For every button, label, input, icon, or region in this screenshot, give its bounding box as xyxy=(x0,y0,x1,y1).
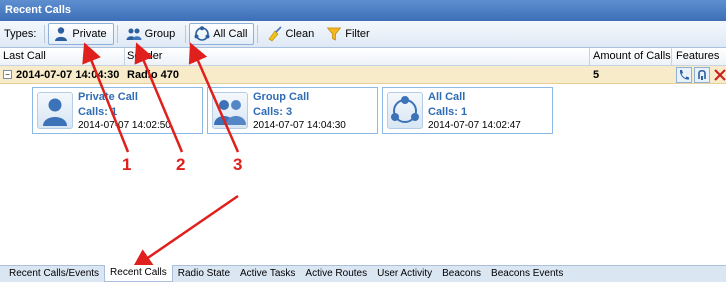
all-call-button[interactable]: All Call xyxy=(189,23,255,45)
card-title: Private Call xyxy=(78,91,138,103)
card-calls: Calls: 1 xyxy=(428,106,468,118)
card-time: 2014-07-07 14:02:50 xyxy=(78,120,171,131)
column-amount-of-calls[interactable]: Amount of Calls xyxy=(593,50,671,62)
card-calls: Calls: 1 xyxy=(78,106,118,118)
column-divider xyxy=(589,48,590,66)
private-button[interactable]: Private xyxy=(48,23,114,45)
card-title: Group Call xyxy=(253,91,310,103)
tab-beacons[interactable]: Beacons xyxy=(437,266,486,282)
group-button[interactable]: Group xyxy=(121,23,183,45)
annotation-label-3: 3 xyxy=(233,155,243,174)
toolbar-separator xyxy=(44,25,46,43)
delete-icon[interactable] xyxy=(712,67,726,83)
tab-recent-calls[interactable]: Recent Calls xyxy=(104,265,173,282)
group-button-label: Group xyxy=(144,28,176,40)
all-call-icon xyxy=(387,92,423,129)
person-icon xyxy=(37,92,73,129)
annotation-arrow-tab xyxy=(131,194,239,269)
tab-user-activity[interactable]: User Activity xyxy=(372,266,437,282)
all-call-icon xyxy=(194,26,210,41)
person-icon xyxy=(55,27,68,41)
collapse-toggle[interactable]: − xyxy=(3,70,12,79)
last-call-value: 2014-07-07 14:04:30 xyxy=(16,69,120,81)
card-title: All Call xyxy=(428,91,466,103)
group-icon xyxy=(126,28,142,40)
window-title: Recent Calls xyxy=(0,0,726,21)
annotation-label-1: 1 xyxy=(122,155,132,174)
broom-icon xyxy=(269,26,283,42)
phone-icon[interactable] xyxy=(676,67,692,83)
types-label: Types: xyxy=(4,28,37,40)
private-button-label: Private xyxy=(72,28,107,40)
tab-active-routes[interactable]: Active Routes xyxy=(300,266,372,282)
call-type-toolbar: Types: Private Group All Call Clean Filt… xyxy=(0,21,726,48)
annotation-label-2: 2 xyxy=(176,155,186,174)
tab-recent-calls-events[interactable]: Recent Calls/Events xyxy=(4,266,104,282)
column-last-call[interactable]: Last Call xyxy=(3,50,46,62)
card-time: 2014-07-07 14:02:47 xyxy=(428,120,521,131)
group-icon xyxy=(212,92,248,129)
bottom-tab-bar: Recent Calls/Events Recent Calls Radio S… xyxy=(0,265,726,282)
clean-button[interactable]: Clean xyxy=(261,23,321,45)
tab-active-tasks[interactable]: Active Tasks xyxy=(235,266,300,282)
tab-beacons-events[interactable]: Beacons Events xyxy=(486,266,568,282)
group-call-card[interactable]: Group Call Calls: 3 2014-07-07 14:04:30 xyxy=(207,87,378,134)
column-divider xyxy=(124,48,125,66)
all-call-button-label: All Call xyxy=(213,28,248,40)
toolbar-separator xyxy=(185,25,187,43)
toolbar-separator xyxy=(257,25,259,43)
card-time: 2014-07-07 14:04:30 xyxy=(253,120,346,131)
amount-value: 5 xyxy=(593,69,600,81)
toolbar-separator xyxy=(116,25,118,43)
sender-value: Radio 470 xyxy=(127,69,179,81)
table-row[interactable]: − 2014-07-07 14:04:30 Radio 470 5 xyxy=(0,66,726,84)
column-sender[interactable]: Sender xyxy=(127,50,162,62)
grid-header: Last Call Sender Amount of Calls Feature… xyxy=(0,48,726,66)
filter-button[interactable]: Filter xyxy=(321,23,376,45)
private-call-card[interactable]: Private Call Calls: 1 2014-07-07 14:02:5… xyxy=(32,87,203,134)
all-call-card[interactable]: All Call Calls: 1 2014-07-07 14:02:47 xyxy=(382,87,553,134)
funnel-icon xyxy=(326,27,342,41)
filter-button-label: Filter xyxy=(345,28,370,40)
tab-radio-state[interactable]: Radio State xyxy=(173,266,235,282)
clean-button-label: Clean xyxy=(285,28,315,40)
ptt-icon[interactable] xyxy=(694,67,710,83)
column-features[interactable]: Features xyxy=(676,50,719,62)
card-calls: Calls: 3 xyxy=(253,106,293,118)
column-divider xyxy=(671,48,672,66)
